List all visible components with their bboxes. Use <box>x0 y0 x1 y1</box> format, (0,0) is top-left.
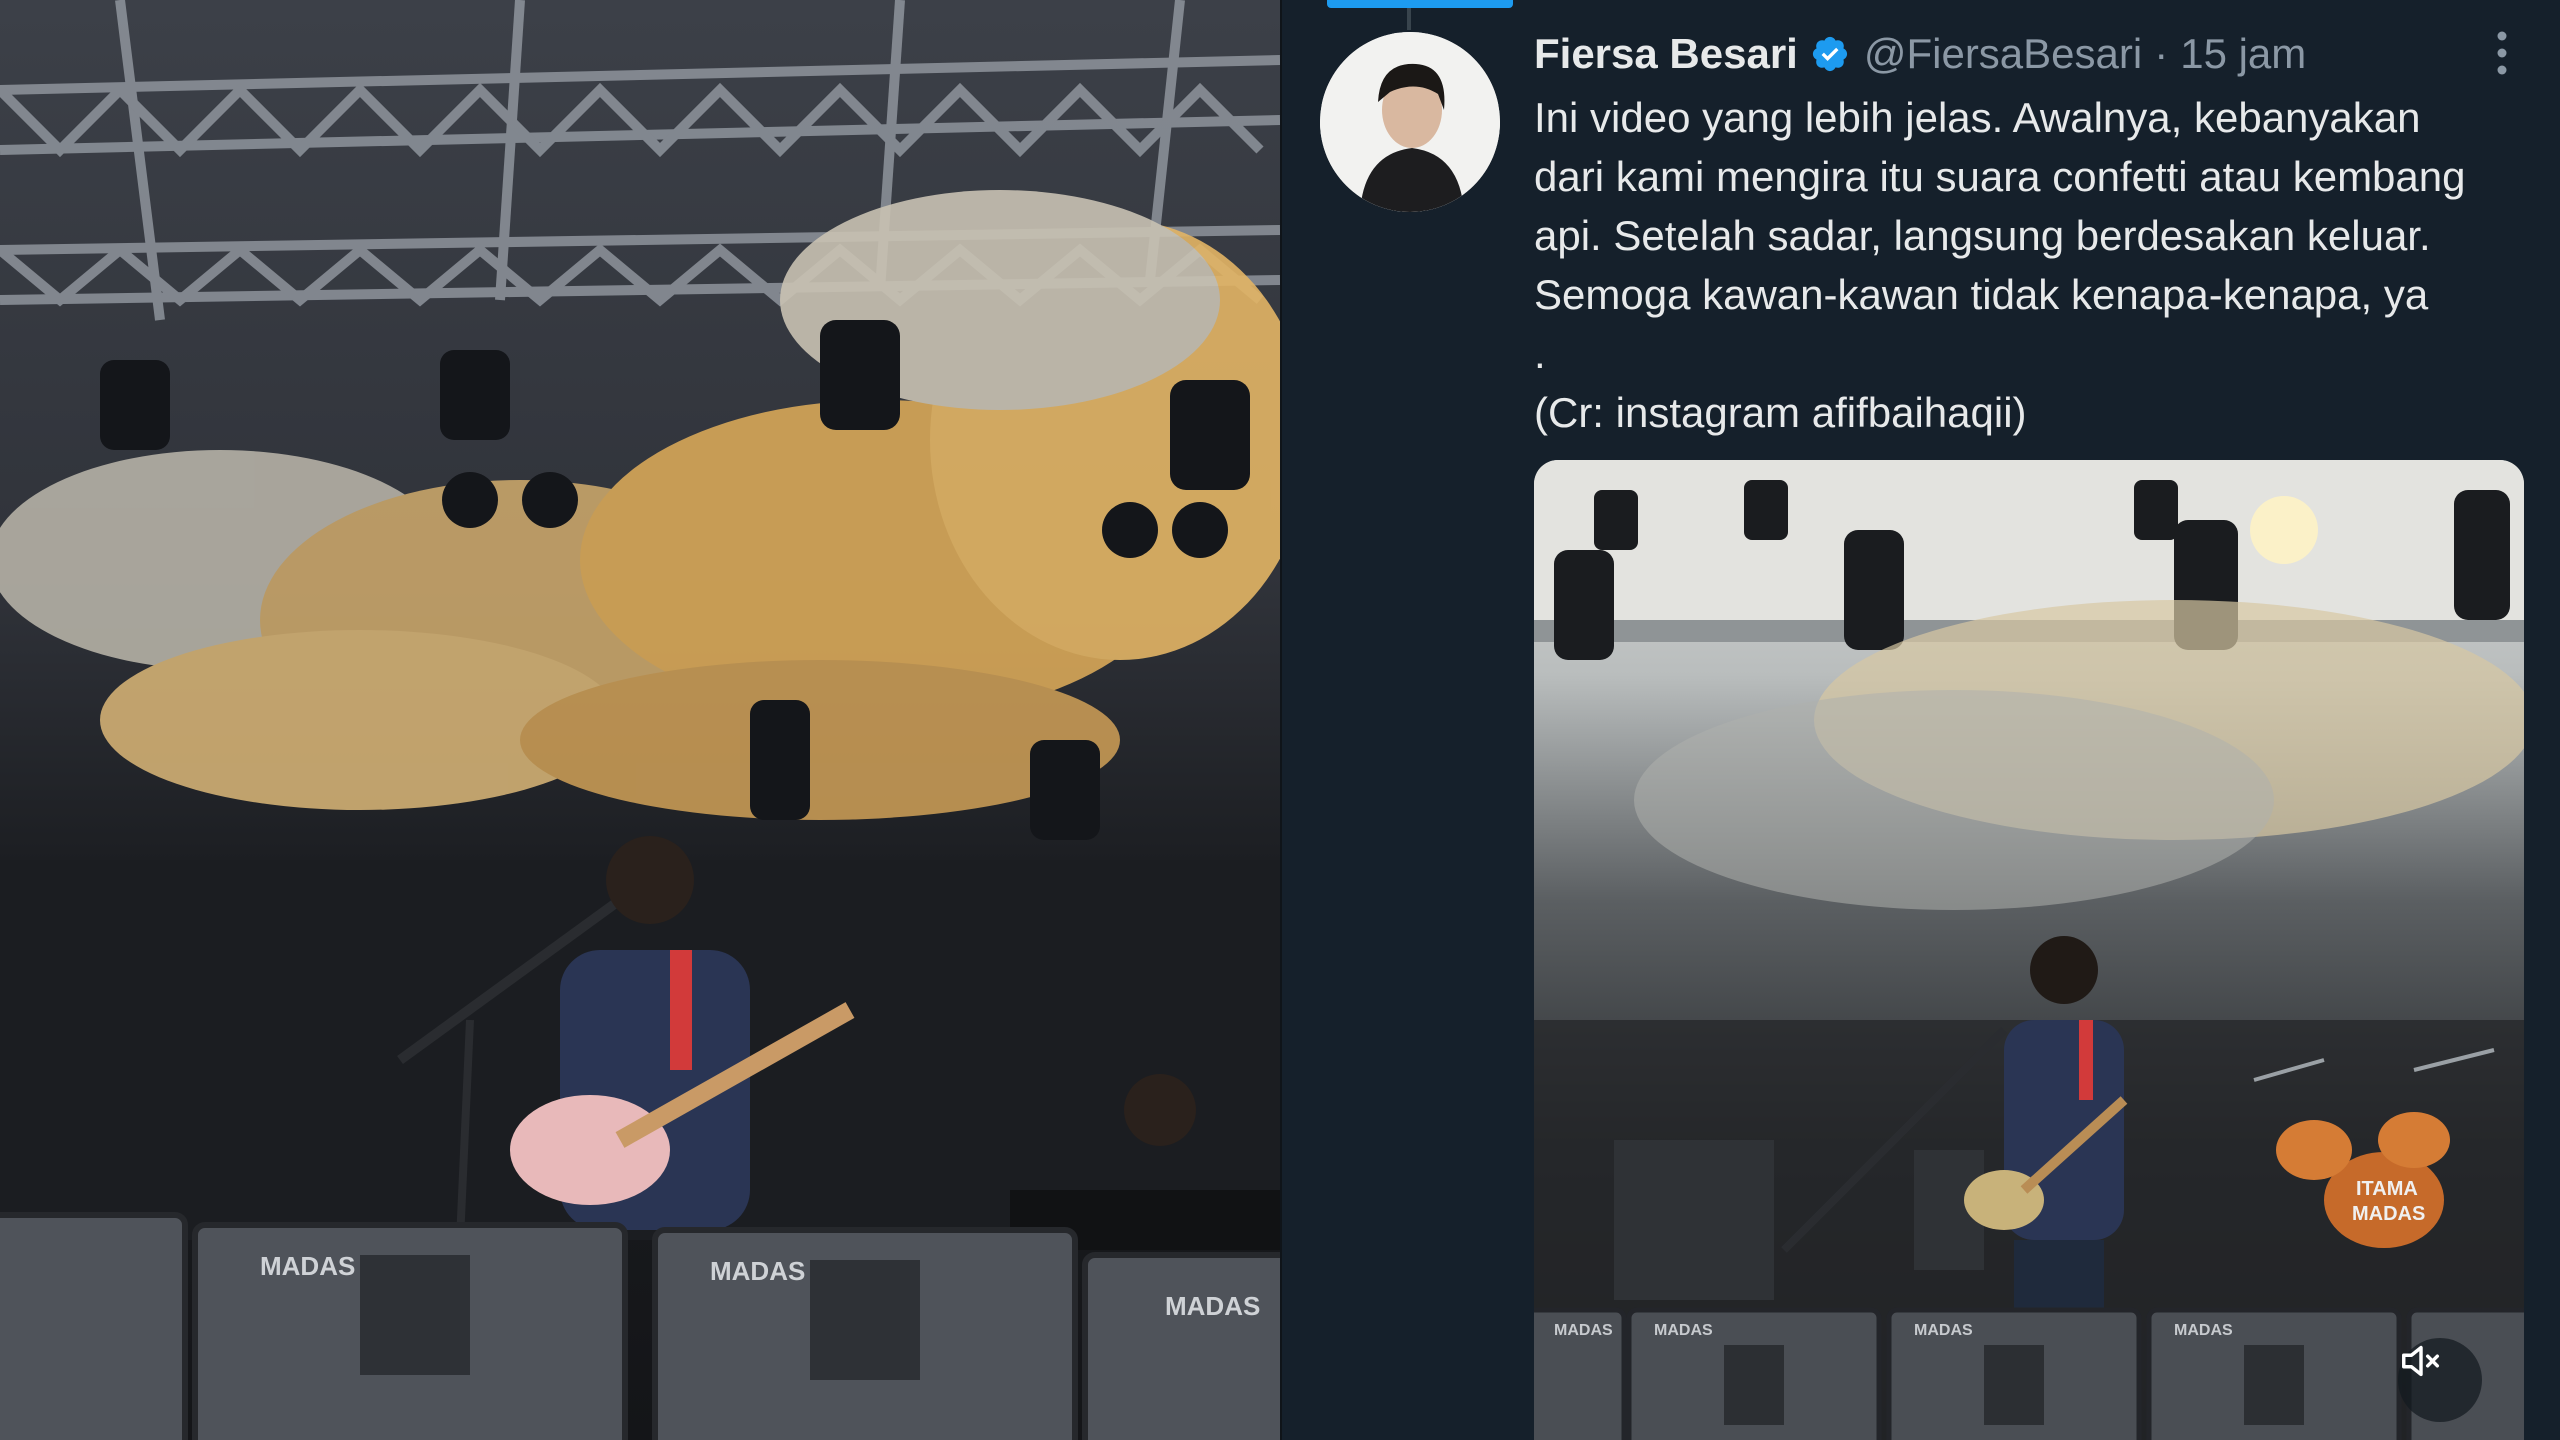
drum-brand-label: ITAMA <box>2356 1178 2418 1200</box>
mute-toggle-button[interactable] <box>2398 1338 2482 1422</box>
tweet-text-line: dari kami mengira itu suara confetti ata… <box>1534 153 2466 200</box>
tweet-header: Fiersa Besari @FiersaBesari · 15 jam <box>1534 26 2306 82</box>
avatar[interactable] <box>1320 32 1500 212</box>
avatar-portrait-icon <box>1320 32 1500 212</box>
tweet-text-line: api. Setelah sadar, langsung berdesakan … <box>1534 212 2431 259</box>
tweet-video[interactable]: ITAMA MADAS MADAS MADAS MADAS MADAS <box>1534 460 2524 1440</box>
tweet-card[interactable]: Fiersa Besari @FiersaBesari · 15 jam Ini… <box>1282 0 2560 1440</box>
tweet-text-line: Ini video yang lebih jelas. Awalnya, keb… <box>1534 94 2421 141</box>
separator-dot: · <box>2154 30 2169 77</box>
speaker-brand-label: MADAS <box>1914 1322 1973 1339</box>
more-options-icon[interactable] <box>2492 28 2512 78</box>
speaker-brand-label: MADAS <box>2174 1322 2233 1339</box>
tab-indicator <box>1327 0 1513 8</box>
screenshot-frame: MADAS MADAS MADAS Fiersa Besari @FiersaB… <box>0 0 2560 1440</box>
user-handle[interactable]: @FiersaBesari <box>1864 30 2142 78</box>
speaker-brand-label: MADAS <box>260 1251 355 1281</box>
display-name[interactable]: Fiersa Besari <box>1534 30 1798 78</box>
thread-connector <box>1407 8 1411 30</box>
speaker-brand-label: MADAS <box>1554 1322 1613 1339</box>
drum-brand-label: MADAS <box>2352 1203 2425 1225</box>
tweet-text-line: Semoga kawan-kawan tidak kenapa-kenapa, … <box>1534 271 2429 318</box>
speaker-brand-label: MADAS <box>1654 1322 1713 1339</box>
tweet-text-line: (Cr: instagram afifbaihaqii) <box>1534 389 2027 436</box>
concert-photo-enlarged: MADAS MADAS MADAS <box>0 0 1280 1440</box>
tweet-text-line: . <box>1534 330 1546 377</box>
speaker-brand-label: MADAS <box>710 1256 805 1286</box>
muted-speaker-icon <box>2402 1345 2440 1377</box>
timestamp[interactable]: 15 jam <box>2180 30 2306 78</box>
speaker-brand-label: MADAS <box>1165 1291 1260 1321</box>
tweet-text: Ini video yang lebih jelas. Awalnya, keb… <box>1534 88 2534 442</box>
verified-badge-icon <box>1812 36 1847 72</box>
